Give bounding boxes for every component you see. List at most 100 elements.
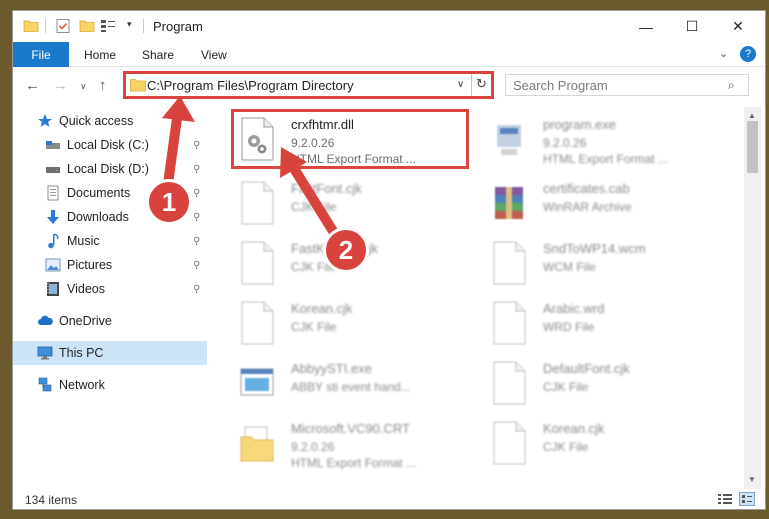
maximize-button[interactable]: ☐ bbox=[669, 11, 715, 42]
sidebar-item-videos[interactable]: Videos ⚲ bbox=[13, 277, 207, 301]
file-version: 9.2.0.26 bbox=[543, 136, 587, 150]
blank-file-icon bbox=[493, 421, 526, 465]
pin-icon[interactable]: ⚲ bbox=[193, 212, 200, 223]
file-type: CJK File bbox=[291, 320, 337, 334]
sidebar-item-label: Network bbox=[59, 378, 105, 392]
sidebar-item-music[interactable]: Music ⚲ bbox=[13, 229, 207, 253]
file-name: FastFont.cjk bbox=[291, 181, 362, 196]
sidebar-item-label: Music bbox=[67, 234, 100, 248]
recent-locations-icon[interactable]: ∨ bbox=[80, 81, 87, 92]
sidebar-item-label: Local Disk (C:) bbox=[67, 138, 149, 152]
blank-file-icon bbox=[493, 361, 526, 405]
refresh-icon[interactable]: ↻ bbox=[476, 76, 487, 92]
list-item[interactable]: Korean.cjk CJK File bbox=[483, 417, 723, 475]
sidebar-item-onedrive[interactable]: OneDrive bbox=[13, 309, 207, 333]
pin-icon[interactable]: ⚲ bbox=[193, 260, 200, 271]
minimize-button[interactable]: — bbox=[623, 11, 669, 42]
properties-check-icon[interactable] bbox=[55, 18, 71, 34]
sidebar-item-local-disk-d[interactable]: Local Disk (D:) ⚲ bbox=[13, 157, 207, 181]
file-name: Arabic.wrd bbox=[543, 301, 605, 316]
blank-file-icon bbox=[241, 301, 274, 345]
file-type: CJK File bbox=[543, 380, 589, 394]
star-icon bbox=[38, 114, 52, 127]
step-1-badge: 1 bbox=[146, 179, 192, 225]
list-item[interactable]: program.exe 9.2.0.26 HTML Export Format … bbox=[483, 113, 723, 171]
vertical-scrollbar[interactable]: ▲ ▼ bbox=[744, 107, 761, 489]
file-type: CJK File bbox=[543, 440, 589, 454]
quick-access-dropdown-icon[interactable]: ▾ bbox=[127, 19, 143, 35]
file-type: CJK File bbox=[291, 200, 337, 214]
address-path[interactable]: C:\Program Files\Program Directory bbox=[147, 78, 354, 93]
file-version: 9.2.0.26 bbox=[291, 440, 335, 454]
tab-home[interactable]: Home bbox=[84, 42, 116, 67]
videos-icon bbox=[47, 282, 59, 296]
sidebar-item-label: Videos bbox=[67, 282, 105, 296]
navigation-bar: ← → ∨ ↑ C:\Program Files\Program Directo… bbox=[13, 68, 765, 102]
customize-toolbar-icon[interactable] bbox=[100, 18, 116, 34]
back-button[interactable]: ← bbox=[25, 77, 40, 94]
exe-icon bbox=[497, 125, 521, 155]
search-icon[interactable]: ⌕ bbox=[728, 78, 735, 93]
sidebar-item-pictures[interactable]: Pictures ⚲ bbox=[13, 253, 207, 277]
list-item[interactable]: Korean.cjk CJK File bbox=[231, 297, 471, 355]
list-item[interactable]: FastFont.cjk CJK File bbox=[231, 177, 471, 235]
file-name: Microsoft.VC90.CRT bbox=[291, 421, 410, 436]
details-view-icon[interactable] bbox=[717, 492, 733, 506]
address-separator bbox=[471, 74, 472, 96]
pin-icon[interactable]: ⚲ bbox=[193, 140, 200, 151]
address-dropdown-icon[interactable]: ∨ bbox=[457, 79, 464, 90]
sidebar-item-label: OneDrive bbox=[59, 314, 112, 328]
scroll-down-icon[interactable]: ▼ bbox=[748, 475, 756, 484]
sidebar-item-quick-access[interactable]: Quick access bbox=[13, 109, 207, 133]
address-bar[interactable]: C:\Program Files\Program Directory ∨ ↻ bbox=[123, 71, 494, 99]
help-icon[interactable]: ? bbox=[740, 46, 756, 62]
pin-icon[interactable]: ⚲ bbox=[193, 164, 200, 175]
drive-icon bbox=[46, 141, 60, 149]
search-input[interactable] bbox=[513, 77, 713, 93]
folder-icon[interactable] bbox=[23, 18, 39, 34]
list-item[interactable]: Microsoft.VC90.CRT 9.2.0.26 HTML Export … bbox=[231, 417, 471, 475]
tab-file[interactable]: File bbox=[13, 42, 69, 67]
maximize-icon: ☐ bbox=[685, 18, 699, 34]
pin-icon[interactable]: ⚲ bbox=[193, 236, 200, 247]
list-item[interactable]: crxfhtmr.dll 9.2.0.26 HTML Export Format… bbox=[231, 109, 471, 171]
list-item[interactable]: certificates.cab WinRAR Archive bbox=[483, 177, 723, 235]
title-separator bbox=[143, 19, 144, 33]
forward-button[interactable]: → bbox=[53, 77, 68, 94]
folder-icon bbox=[130, 79, 146, 92]
blank-file-icon bbox=[493, 301, 526, 345]
sidebar-item-label: This PC bbox=[59, 346, 104, 360]
up-button[interactable]: ↑ bbox=[99, 77, 107, 94]
blank-file-icon bbox=[493, 241, 526, 285]
new-folder-icon[interactable] bbox=[79, 18, 95, 34]
list-item[interactable]: Arabic.wrd WRD File bbox=[483, 297, 723, 355]
winrar-icon bbox=[495, 187, 523, 219]
close-button[interactable]: ✕ bbox=[715, 11, 761, 42]
tab-view[interactable]: View bbox=[201, 42, 227, 67]
sidebar-item-label: Documents bbox=[67, 186, 131, 200]
tab-share[interactable]: Share bbox=[142, 42, 174, 67]
ribbon-tabs: File Home Share View ⌄ ? bbox=[13, 42, 765, 67]
file-name: Korean.cjk bbox=[543, 421, 605, 436]
status-bar: 134 items bbox=[13, 489, 765, 509]
list-item[interactable]: DefaultFont.cjk CJK File bbox=[483, 357, 723, 415]
sidebar-item-network[interactable]: Network bbox=[13, 373, 207, 397]
pictures-icon bbox=[45, 258, 61, 272]
minimize-icon: — bbox=[639, 18, 653, 35]
pin-icon[interactable]: ⚲ bbox=[193, 188, 200, 199]
sidebar-item-local-disk-c[interactable]: Local Disk (C:) ⚲ bbox=[13, 133, 207, 157]
music-icon bbox=[48, 233, 59, 249]
list-item[interactable]: AbbyySTI.exe ABBY sti event hand... bbox=[231, 357, 471, 415]
pin-icon[interactable]: ⚲ bbox=[193, 284, 200, 295]
navigation-pane: Quick access Local Disk (C:) ⚲ Local Dis… bbox=[13, 107, 207, 487]
scroll-thumb[interactable] bbox=[747, 121, 758, 173]
scroll-up-icon[interactable]: ▲ bbox=[748, 111, 756, 120]
sidebar-item-this-pc[interactable]: This PC bbox=[13, 341, 207, 365]
file-name: AbbyySTI.exe bbox=[291, 361, 372, 376]
file-name: Korean.cjk bbox=[291, 301, 353, 316]
tiles-view-icon[interactable] bbox=[739, 492, 755, 506]
title-separator bbox=[45, 19, 46, 33]
search-box[interactable]: ⌕ bbox=[505, 74, 749, 96]
list-item[interactable]: SndToWP14.wcm WCM File bbox=[483, 237, 723, 295]
ribbon-expand-icon[interactable]: ⌄ bbox=[719, 47, 728, 60]
